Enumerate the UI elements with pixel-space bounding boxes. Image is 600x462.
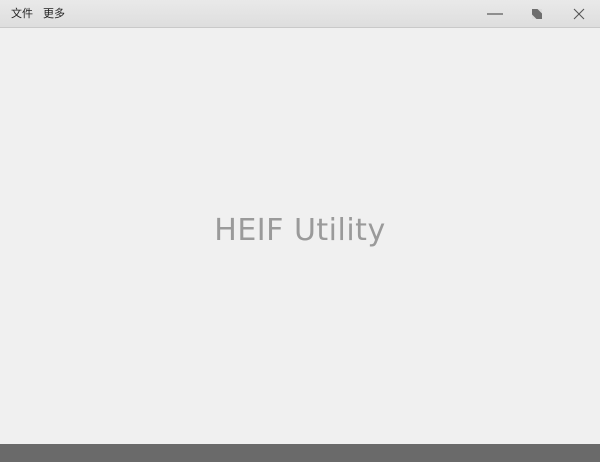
main-content: HEIF Utility — [0, 28, 600, 444]
menu-more[interactable]: 更多 — [38, 0, 70, 28]
status-bar — [0, 444, 600, 462]
app-title: HEIF Utility — [214, 212, 386, 248]
restore-icon — [532, 9, 542, 19]
minimize-icon — [487, 13, 503, 15]
menu-bar: 文件 更多 — [6, 0, 70, 28]
close-button[interactable] — [558, 0, 600, 28]
title-bar: 文件 更多 — [0, 0, 600, 28]
close-icon — [573, 8, 585, 20]
window-controls — [474, 0, 600, 28]
minimize-button[interactable] — [474, 0, 516, 28]
menu-file[interactable]: 文件 — [6, 0, 38, 28]
restore-button[interactable] — [516, 0, 558, 28]
app-window: 文件 更多 HEIF Utility — [0, 0, 600, 462]
